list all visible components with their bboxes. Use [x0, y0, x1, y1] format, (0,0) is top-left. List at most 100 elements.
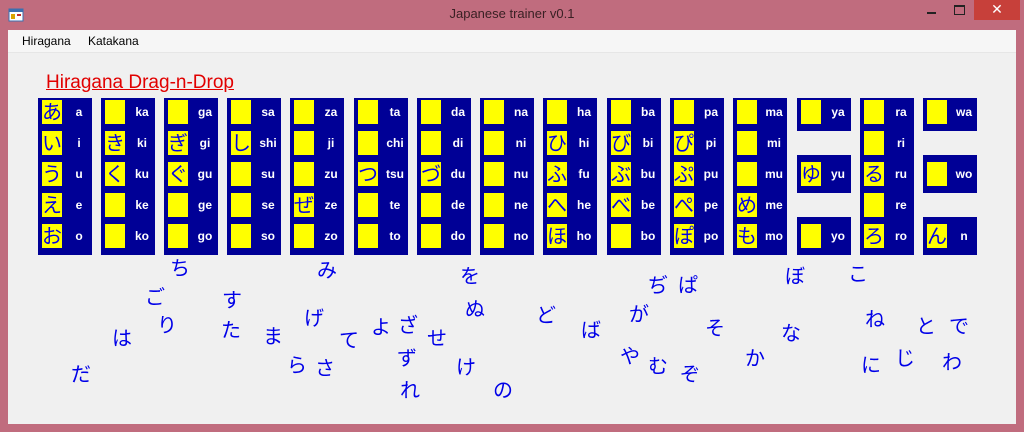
drop-slot-da[interactable]	[421, 100, 441, 124]
draggable-kana[interactable]: け	[456, 357, 476, 377]
drop-slot-ba[interactable]	[611, 100, 631, 124]
drop-slot-mi[interactable]	[737, 131, 757, 155]
drop-slot-ge[interactable]	[168, 193, 188, 217]
drop-slot-zo[interactable]	[294, 224, 314, 248]
drop-slot-nu[interactable]	[484, 162, 504, 186]
drop-slot-ra[interactable]	[864, 100, 884, 124]
drop-slot-ji[interactable]	[294, 131, 314, 155]
drop-slot-hi[interactable]: ひ	[547, 131, 567, 155]
drop-slot-a[interactable]: あ	[42, 100, 62, 124]
draggable-kana[interactable]: ず	[397, 348, 417, 368]
drop-slot-po[interactable]: ぽ	[674, 224, 694, 248]
drop-slot-ni[interactable]	[484, 131, 504, 155]
draggable-kana[interactable]: よ	[371, 317, 391, 337]
maximize-button[interactable]	[946, 0, 974, 20]
drop-slot-re[interactable]	[864, 193, 884, 217]
drop-slot-sa[interactable]	[231, 100, 251, 124]
draggable-kana[interactable]: り	[157, 315, 177, 335]
drop-slot-bu[interactable]: ぶ	[611, 162, 631, 186]
drop-slot-pi[interactable]: ぴ	[674, 131, 694, 155]
drop-slot-yo[interactable]	[801, 224, 821, 248]
drop-slot-ku[interactable]: く	[105, 162, 125, 186]
drop-slot-ka[interactable]	[105, 100, 125, 124]
drop-slot-wo[interactable]	[927, 162, 947, 186]
draggable-kana[interactable]: て	[339, 330, 359, 350]
draggable-kana[interactable]: こ	[848, 264, 868, 284]
drop-slot-di[interactable]	[421, 131, 441, 155]
drop-slot-bi[interactable]: び	[611, 131, 631, 155]
drop-slot-e[interactable]: え	[42, 193, 62, 217]
drop-slot-gi[interactable]: ぎ	[168, 131, 188, 155]
draggable-kana[interactable]: の	[493, 380, 513, 400]
draggable-kana[interactable]: わ	[942, 352, 962, 372]
drop-slot-he[interactable]: へ	[547, 193, 567, 217]
drop-slot-te[interactable]	[358, 193, 378, 217]
drop-slot-ne[interactable]	[484, 193, 504, 217]
drop-slot-n[interactable]: ん	[927, 224, 947, 248]
drop-slot-tsu[interactable]: つ	[358, 162, 378, 186]
draggable-kana[interactable]: む	[648, 356, 668, 376]
draggable-kana[interactable]: な	[781, 323, 801, 343]
drop-slot-chi[interactable]	[358, 131, 378, 155]
drop-slot-du[interactable]: づ	[421, 162, 441, 186]
drop-slot-gu[interactable]: ぐ	[168, 162, 188, 186]
drop-slot-no[interactable]	[484, 224, 504, 248]
draggable-kana[interactable]: だ	[71, 364, 91, 384]
draggable-kana[interactable]: た	[221, 320, 241, 340]
draggable-kana[interactable]: ま	[263, 326, 283, 346]
drop-slot-ro[interactable]: ろ	[864, 224, 884, 248]
drop-slot-do[interactable]	[421, 224, 441, 248]
drop-slot-bo[interactable]	[611, 224, 631, 248]
drop-slot-se[interactable]	[231, 193, 251, 217]
draggable-kana[interactable]: れ	[400, 380, 420, 400]
draggable-kana[interactable]: ぬ	[465, 299, 485, 319]
draggable-kana[interactable]: ぼ	[785, 266, 805, 286]
draggable-kana[interactable]: ぞ	[680, 364, 700, 384]
drop-slot-za[interactable]	[294, 100, 314, 124]
drop-slot-ke[interactable]	[105, 193, 125, 217]
drop-slot-mo[interactable]: も	[737, 224, 757, 248]
draggable-kana[interactable]: そ	[705, 318, 725, 338]
drop-slot-wa[interactable]	[927, 100, 947, 124]
drop-slot-to[interactable]	[358, 224, 378, 248]
close-button[interactable]: ✕	[974, 0, 1020, 20]
drop-slot-o[interactable]: お	[42, 224, 62, 248]
drop-slot-shi[interactable]: し	[231, 131, 251, 155]
draggable-kana[interactable]: か	[745, 348, 765, 368]
draggable-kana[interactable]: ぱ	[678, 275, 698, 295]
menu-katakana[interactable]: Katakana	[88, 34, 139, 48]
drop-slot-ha[interactable]	[547, 100, 567, 124]
drop-slot-pa[interactable]	[674, 100, 694, 124]
drop-slot-me[interactable]: め	[737, 193, 757, 217]
draggable-kana[interactable]: ざ	[398, 315, 418, 335]
drop-slot-mu[interactable]	[737, 162, 757, 186]
draggable-kana[interactable]: は	[112, 328, 132, 348]
drop-slot-de[interactable]	[421, 193, 441, 217]
drop-slot-pe[interactable]: ぺ	[674, 193, 694, 217]
drop-slot-go[interactable]	[168, 224, 188, 248]
draggable-kana[interactable]: み	[317, 260, 337, 280]
draggable-kana[interactable]: ば	[581, 320, 601, 340]
drop-slot-ki[interactable]: き	[105, 131, 125, 155]
draggable-kana[interactable]: ご	[145, 287, 165, 307]
drop-slot-na[interactable]	[484, 100, 504, 124]
draggable-kana[interactable]: げ	[304, 308, 324, 328]
draggable-kana[interactable]: と	[916, 316, 936, 336]
drop-slot-i[interactable]: い	[42, 131, 62, 155]
draggable-kana[interactable]: に	[861, 355, 881, 375]
draggable-kana[interactable]: や	[620, 346, 640, 366]
drop-slot-ta[interactable]	[358, 100, 378, 124]
drop-slot-ze[interactable]: ぜ	[294, 193, 314, 217]
draggable-kana[interactable]: せ	[427, 328, 447, 348]
draggable-kana[interactable]: で	[949, 316, 969, 336]
draggable-kana[interactable]: ら	[287, 355, 307, 375]
drop-slot-zu[interactable]	[294, 162, 314, 186]
drop-slot-ri[interactable]	[864, 131, 884, 155]
drop-slot-fu[interactable]: ふ	[547, 162, 567, 186]
drop-slot-su[interactable]	[231, 162, 251, 186]
drop-slot-ko[interactable]	[105, 224, 125, 248]
drop-slot-ho[interactable]: ほ	[547, 224, 567, 248]
draggable-kana[interactable]: ち	[170, 258, 190, 278]
drop-slot-be[interactable]: べ	[611, 193, 631, 217]
drop-slot-ma[interactable]	[737, 100, 757, 124]
